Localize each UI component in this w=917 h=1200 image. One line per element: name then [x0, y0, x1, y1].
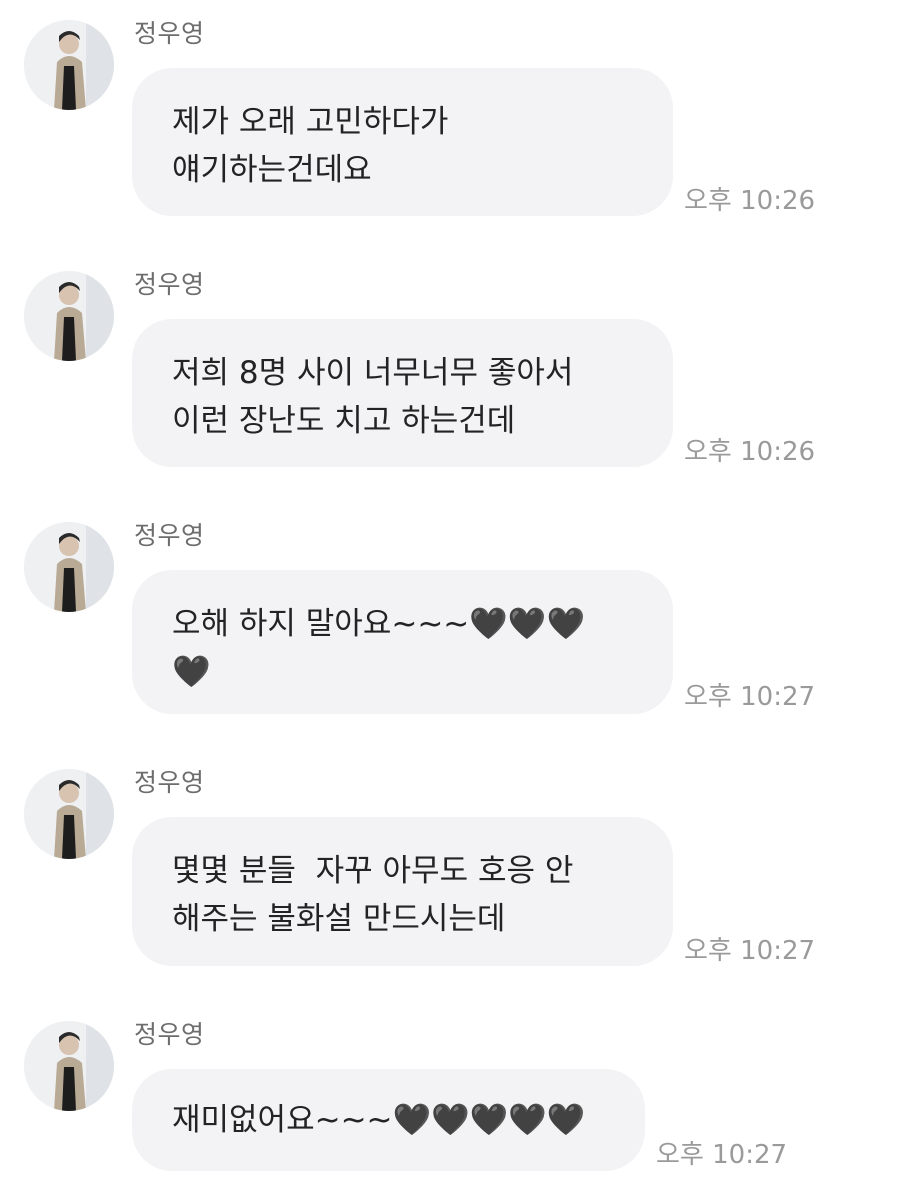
message-timestamp: 오후 10:26 — [684, 186, 816, 216]
message-timestamp: 오후 10:27 — [656, 1140, 788, 1170]
sender-name: 정우영 — [134, 768, 205, 797]
message-timestamp: 오후 10:26 — [684, 437, 816, 467]
avatar[interactable] — [24, 769, 114, 859]
avatar[interactable] — [24, 20, 114, 110]
message-bubble[interactable]: 몇몇 분들 자꾸 아무도 호응 안 해주는 불화설 만드시는데 — [132, 817, 673, 966]
sender-name: 정우영 — [134, 19, 205, 48]
message-bubble[interactable]: 재미없어요~~~🖤🖤🖤🖤🖤 — [132, 1069, 645, 1171]
avatar[interactable] — [24, 271, 114, 361]
sender-name: 정우영 — [134, 521, 205, 550]
message-bubble[interactable]: 제가 오래 고민하다가 얘기하는건데요 — [132, 68, 673, 216]
message-bubble[interactable]: 저희 8명 사이 너무너무 좋아서 이런 장난도 치고 하는건데 — [132, 319, 673, 467]
sender-name: 정우영 — [134, 270, 205, 299]
message-timestamp: 오후 10:27 — [684, 936, 816, 966]
avatar[interactable] — [24, 1021, 114, 1111]
sender-name: 정우영 — [134, 1020, 205, 1049]
avatar[interactable] — [24, 522, 114, 612]
message-bubble[interactable]: 오해 하지 말아요~~~🖤🖤🖤 🖤 — [132, 570, 673, 714]
message-timestamp: 오후 10:27 — [684, 682, 816, 712]
